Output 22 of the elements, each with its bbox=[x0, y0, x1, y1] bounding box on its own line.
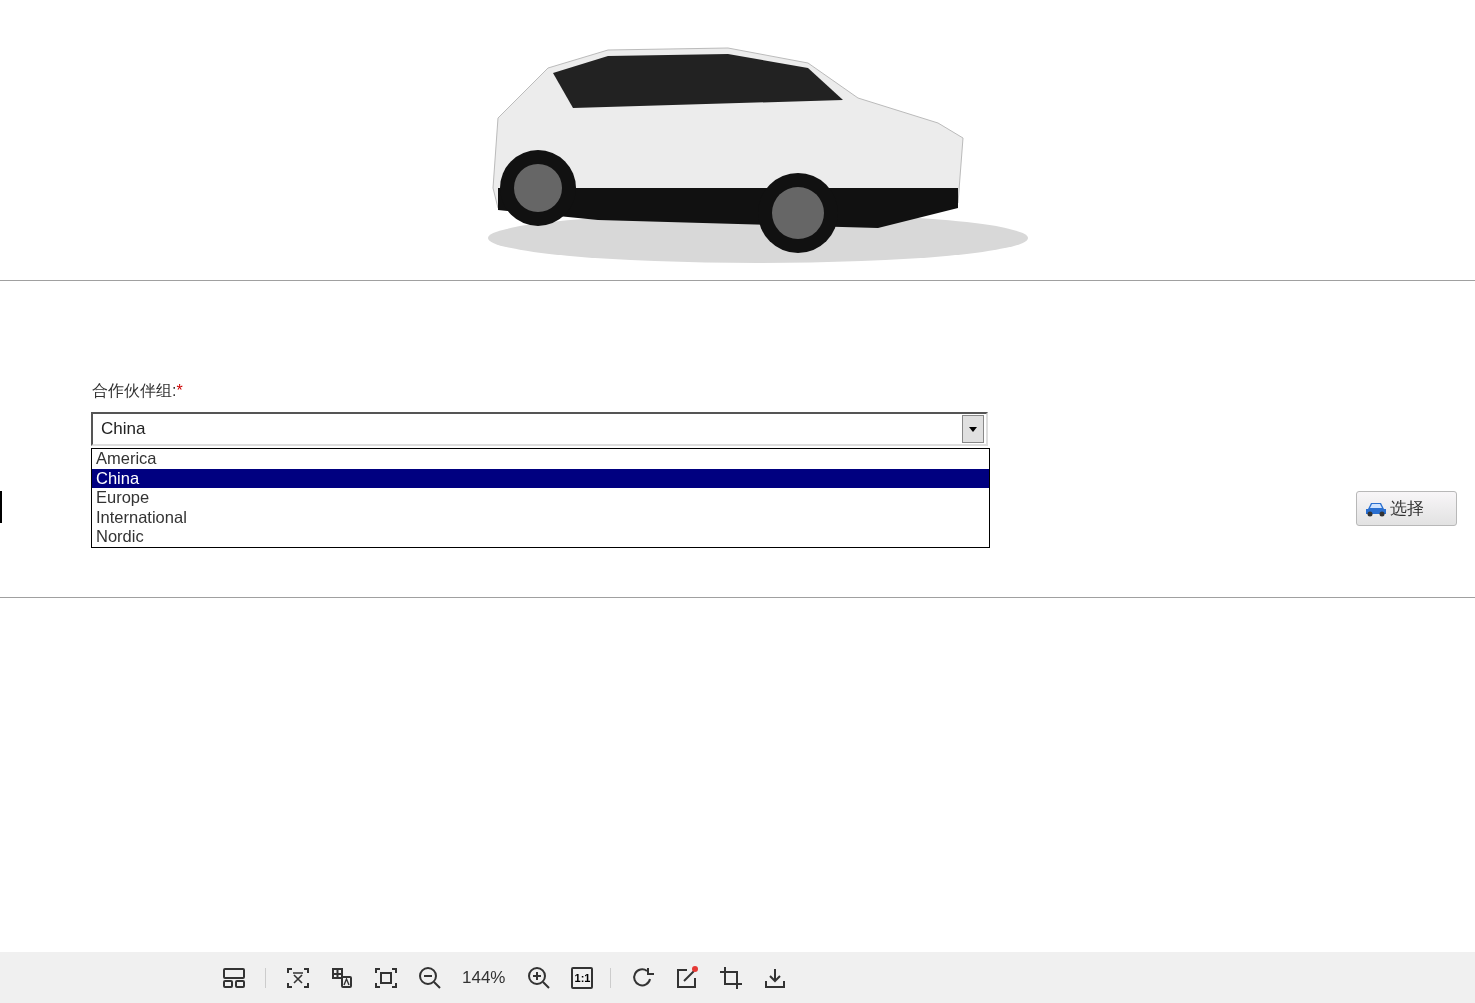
dropdown-option[interactable]: Europe bbox=[92, 488, 989, 508]
layout-icon[interactable] bbox=[222, 965, 246, 990]
zoom-level: 144% bbox=[462, 967, 506, 988]
text-scan-icon[interactable] bbox=[286, 965, 310, 990]
translate-icon[interactable] bbox=[330, 965, 354, 990]
crop-icon[interactable] bbox=[719, 965, 744, 990]
choose-button[interactable]: 选择 bbox=[1356, 491, 1457, 526]
required-mark: * bbox=[176, 382, 183, 399]
car-icon bbox=[1365, 500, 1387, 517]
zoom-out-icon[interactable] bbox=[418, 965, 442, 990]
text-cursor bbox=[0, 491, 2, 523]
zoom-in-icon[interactable] bbox=[527, 965, 552, 990]
dropdown-option[interactable]: International bbox=[92, 507, 989, 527]
dropdown-option[interactable]: America bbox=[92, 449, 989, 469]
dropdown-option[interactable]: China bbox=[92, 468, 989, 488]
actual-size-button[interactable]: 1:1 bbox=[571, 966, 594, 989]
dropdown-arrow-icon bbox=[969, 426, 977, 432]
fit-screen-icon[interactable] bbox=[374, 965, 398, 990]
edit-icon[interactable] bbox=[675, 965, 700, 990]
partner-group-select[interactable]: China bbox=[91, 412, 988, 446]
dropdown-option[interactable]: Nordic bbox=[92, 527, 989, 547]
field-label: 合作伙伴组: bbox=[92, 382, 177, 399]
